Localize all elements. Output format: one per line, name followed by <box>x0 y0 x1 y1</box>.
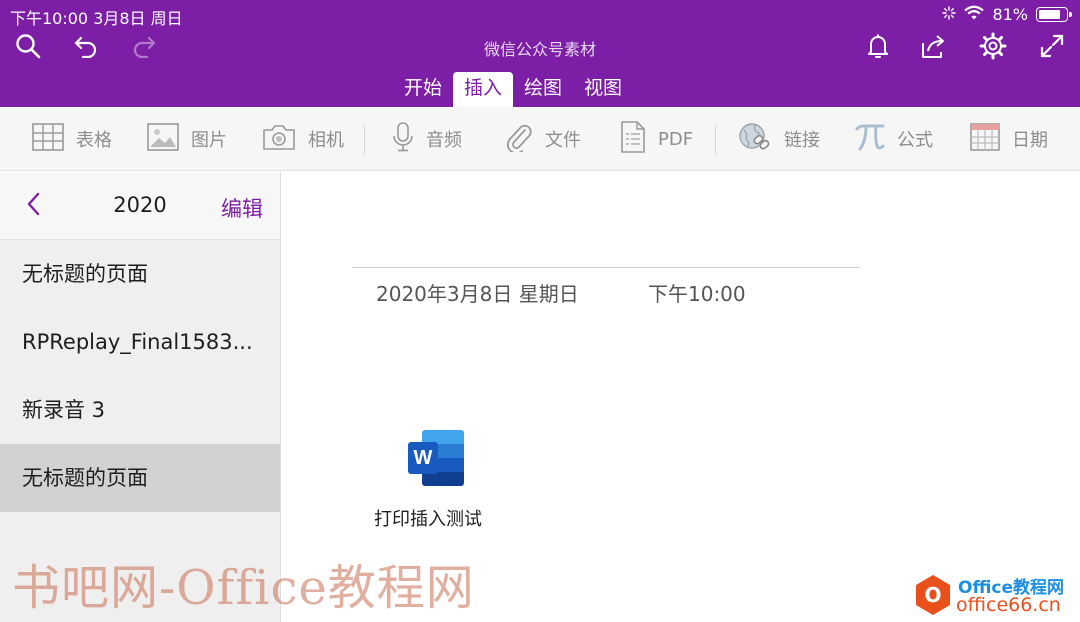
picture-icon <box>147 122 179 156</box>
edit-button[interactable]: 编辑 <box>221 193 263 223</box>
office-logo-watermark: O Office教程网 office66.cn <box>916 573 1076 619</box>
status-time-date: 下午10:00 3月8日 周日 <box>10 9 183 28</box>
tab-insert[interactable]: 插入 <box>453 72 514 107</box>
insert-link-label: 链接 <box>784 130 820 151</box>
tab-view[interactable]: 视图 <box>573 72 633 107</box>
word-file-icon: W <box>406 430 468 488</box>
link-icon <box>738 122 772 157</box>
page-list-item-selected[interactable]: 无标题的页面 <box>0 444 280 512</box>
page-list-item[interactable]: 新录音 3 <box>0 376 280 444</box>
wifi-icon <box>964 5 985 24</box>
toolbar-divider <box>364 125 365 155</box>
insert-file-button[interactable]: 文件 <box>505 107 581 171</box>
battery-percent: 81% <box>992 5 1028 24</box>
insert-toolbar: 表格 图片 相机 音频 文件 PDF 链接 公式 日期 <box>0 107 1080 171</box>
calendar-icon <box>970 122 1000 156</box>
attachment-name: 打印插入测试 <box>374 509 482 530</box>
pi-icon <box>855 123 885 156</box>
onenote-header: 下午10:00 3月8日 周日 81% 微信公众号素材 开始 插入 绘图 视图 <box>0 0 1080 107</box>
word-attachment[interactable]: W 打印插入测试 <box>374 430 514 531</box>
note-date: 2020年3月8日 星期日 <box>376 282 579 306</box>
tab-draw[interactable]: 绘图 <box>513 72 573 107</box>
word-badge: W <box>408 442 438 474</box>
table-icon <box>32 122 64 156</box>
microphone-icon <box>392 121 414 157</box>
title-underline <box>352 267 860 268</box>
office-logo-icon: O <box>916 575 950 615</box>
fullscreen-icon[interactable] <box>1036 30 1068 62</box>
status-right: 81% <box>942 5 1072 24</box>
insert-date-button[interactable]: 日期 <box>970 107 1048 171</box>
paperclip-icon <box>505 122 533 157</box>
gear-icon[interactable] <box>977 30 1009 62</box>
pdf-icon <box>620 120 646 158</box>
tab-home[interactable]: 开始 <box>393 72 453 107</box>
insert-table-label: 表格 <box>76 130 112 151</box>
battery-icon <box>1036 7 1072 22</box>
insert-link-button[interactable]: 链接 <box>738 107 820 171</box>
site-watermark: 书吧网-Office教程网 <box>12 560 475 616</box>
insert-equation-button[interactable]: 公式 <box>855 107 933 171</box>
logo-line-2: office66.cn <box>956 594 1061 616</box>
battery-level <box>1039 10 1060 19</box>
page-list-item[interactable]: RPReplay_Final1583... <box>0 308 280 376</box>
insert-file-label: 文件 <box>545 130 581 151</box>
note-time: 下午10:00 <box>648 282 746 306</box>
insert-pdf-button[interactable]: PDF <box>620 107 693 171</box>
insert-pdf-label: PDF <box>658 128 694 150</box>
insert-equation-label: 公式 <box>897 130 933 151</box>
insert-camera-label: 相机 <box>308 130 344 151</box>
camera-icon <box>262 123 296 156</box>
insert-audio-button[interactable]: 音频 <box>392 107 462 171</box>
ribbon-tabs: 开始 插入 绘图 视图 <box>393 72 633 107</box>
insert-audio-label: 音频 <box>426 130 462 151</box>
insert-picture-button[interactable]: 图片 <box>147 107 227 171</box>
section-header: 2020 编辑 <box>0 172 280 240</box>
toolbar-divider <box>715 125 716 155</box>
bell-icon[interactable] <box>862 30 894 62</box>
focus-icon <box>942 5 957 24</box>
insert-camera-button[interactable]: 相机 <box>262 107 344 171</box>
insert-picture-label: 图片 <box>191 130 227 151</box>
share-icon[interactable] <box>918 30 950 62</box>
insert-date-label: 日期 <box>1012 130 1048 151</box>
page-list-item[interactable]: 无标题的页面 <box>0 240 280 308</box>
insert-table-button[interactable]: 表格 <box>32 107 112 171</box>
